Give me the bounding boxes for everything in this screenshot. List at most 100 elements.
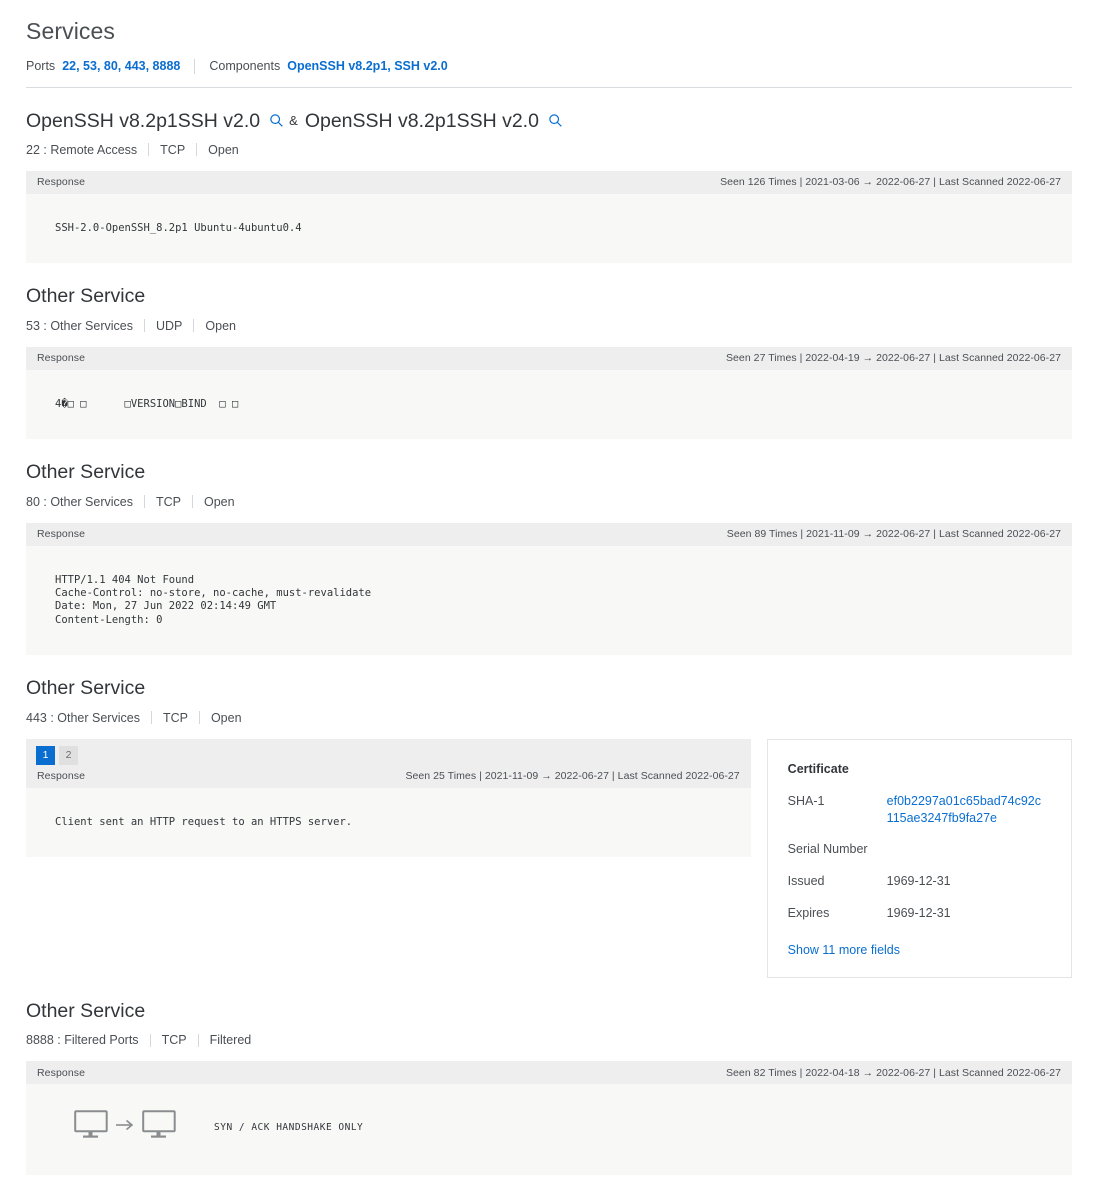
response-label: Response [37,352,85,364]
response-stats: Seen 25 Times | 2021-11-09 → 2022-06-27 … [405,770,739,782]
service-protocol: TCP [162,1033,187,1047]
response-tabs: 1 2 [26,739,751,765]
components-link[interactable]: OpenSSH v8.2p1, SSH v2.0 [287,59,448,73]
response-body: Client sent an HTTP request to an HTTPS … [26,788,751,857]
handshake-graphic: SYN / ACK HANDSHAKE ONLY [26,1084,1072,1175]
response-panel: Response Seen 82 Times | 2022-04-18 → 20… [26,1061,1072,1175]
service-protocol: UDP [156,319,182,333]
service-title-primary: OpenSSH v8.2p1SSH v2.0 [26,109,260,133]
response-certificate-split: 1 2 Response Seen 25 Times | 2021-11-09 … [26,739,1072,978]
certificate-serial-label: Serial Number [788,841,887,858]
search-icon[interactable] [269,113,284,128]
certificate-expires-value: 1969-12-31 [887,905,951,922]
certificate-issued-label: Issued [788,873,887,890]
service-state: Open [204,495,235,509]
service-title: Other Service [26,999,1072,1023]
tab-2[interactable]: 2 [59,746,78,765]
service-title: OpenSSH v8.2p1SSH v2.0 & OpenSSH v8.2p1S… [26,109,1072,133]
ports-label: Ports [26,59,55,73]
certificate-expires-label: Expires [788,905,887,922]
service-title-primary: Other Service [26,999,145,1023]
components-label: Components [209,59,280,73]
response-body: 4�□ □ □VERSION□BIND □ □ [26,370,1072,439]
response-body: SSH-2.0-OpenSSH_8.2p1 Ubuntu-4ubuntu0.4 [26,194,1072,263]
service-block-8888: Other Service 8888 : Filtered Ports TCP … [0,999,1098,1175]
service-block-53: Other Service 53 : Other Services UDP Op… [0,284,1098,439]
service-title-primary: Other Service [26,676,145,700]
service-subtitle: 53 : Other Services UDP Open [26,319,1072,333]
sub-divider [198,1034,199,1047]
sub-divider [192,495,193,508]
sub-divider [144,495,145,508]
handshake-label: SYN / ACK HANDSHAKE ONLY [214,1122,363,1133]
service-port: 80 : Other Services [26,495,133,509]
certificate-issued-value: 1969-12-31 [887,873,951,890]
certificate-row-issued: Issued 1969-12-31 [788,873,1051,890]
certificate-title: Certificate [788,762,1051,776]
certificate-sha1-value[interactable]: ef0b2297a01c65bad74c92c115ae3247fb9fa27e [887,793,1047,827]
service-protocol: TCP [163,711,188,725]
response-label: Response [37,528,85,540]
meta-divider [194,59,195,74]
response-panel: Response Seen 89 Times | 2021-11-09 → 20… [26,523,1072,656]
service-head: OpenSSH v8.2p1SSH v2.0 & OpenSSH v8.2p1S… [26,109,1072,157]
response-panel-bar: Response Seen 27 Times | 2022-04-19 → 20… [26,347,1072,370]
service-title: Other Service [26,460,1072,484]
service-head: Other Service 80 : Other Services TCP Op… [26,460,1072,508]
sub-divider [193,319,194,332]
services-page: Services Ports 22, 53, 80, 443, 8888 Com… [0,0,1098,1175]
header-meta: Ports 22, 53, 80, 443, 8888 Components O… [26,59,1072,74]
response-panel-bar: Response Seen 126 Times | 2021-03-06 → 2… [26,171,1072,194]
response-stats: Seen 82 Times | 2022-04-18 → 2022-06-27 … [726,1067,1061,1079]
certificate-row-sha1: SHA-1 ef0b2297a01c65bad74c92c115ae3247fb… [788,793,1051,827]
service-subtitle: 443 : Other Services TCP Open [26,711,1072,725]
service-state: Open [208,143,239,157]
certificate-card: Certificate SHA-1 ef0b2297a01c65bad74c92… [767,739,1072,978]
sub-divider [196,143,197,156]
response-panel-bar: Response Seen 25 Times | 2021-11-09 → 20… [26,765,751,788]
service-head: Other Service 443 : Other Services TCP O… [26,676,1072,724]
response-stats: Seen 27 Times | 2022-04-19 → 2022-06-27 … [726,352,1061,364]
response-panel: 1 2 Response Seen 25 Times | 2021-11-09 … [26,739,751,857]
service-subtitle: 80 : Other Services TCP Open [26,495,1072,509]
service-state: Filtered [210,1033,252,1047]
ampersand: & [289,113,298,129]
search-icon[interactable] [548,113,563,128]
response-label: Response [37,770,85,782]
certificate-row-serial: Serial Number [788,841,1051,858]
sub-divider [144,319,145,332]
sub-divider [199,711,200,724]
service-state: Open [211,711,242,725]
sub-divider [151,711,152,724]
service-port: 22 : Remote Access [26,143,137,157]
service-block-22: OpenSSH v8.2p1SSH v2.0 & OpenSSH v8.2p1S… [0,109,1098,264]
response-panel-bar: Response Seen 82 Times | 2022-04-18 → 20… [26,1061,1072,1084]
service-title-primary: Other Service [26,460,145,484]
response-panel: Response Seen 27 Times | 2022-04-19 → 20… [26,347,1072,439]
service-protocol: TCP [160,143,185,157]
tab-1[interactable]: 1 [36,746,55,765]
response-stats: Seen 126 Times | 2021-03-06 → 2022-06-27… [720,176,1061,188]
handshake-icons [74,1110,176,1145]
certificate-show-more-link[interactable]: Show 11 more fields [788,943,1051,957]
sub-divider [148,143,149,156]
page-header: Services Ports 22, 53, 80, 443, 8888 Com… [0,0,1098,74]
service-port: 53 : Other Services [26,319,133,333]
certificate-sha1-label: SHA-1 [788,793,887,827]
response-label: Response [37,176,85,188]
service-head: Other Service 8888 : Filtered Ports TCP … [26,999,1072,1047]
monitor-icon [74,1110,108,1145]
ports-link[interactable]: 22, 53, 80, 443, 8888 [62,59,180,73]
service-subtitle: 22 : Remote Access TCP Open [26,143,1072,157]
header-divider [26,87,1072,88]
response-body: HTTP/1.1 404 Not Found Cache-Control: no… [26,546,1072,656]
certificate-row-expires: Expires 1969-12-31 [788,905,1051,922]
service-state: Open [205,319,236,333]
arrow-right-icon [115,1118,135,1137]
service-port: 443 : Other Services [26,711,140,725]
service-subtitle: 8888 : Filtered Ports TCP Filtered [26,1033,1072,1047]
service-title: Other Service [26,284,1072,308]
sub-divider [150,1034,151,1047]
service-block-80: Other Service 80 : Other Services TCP Op… [0,460,1098,655]
response-label: Response [37,1067,85,1079]
